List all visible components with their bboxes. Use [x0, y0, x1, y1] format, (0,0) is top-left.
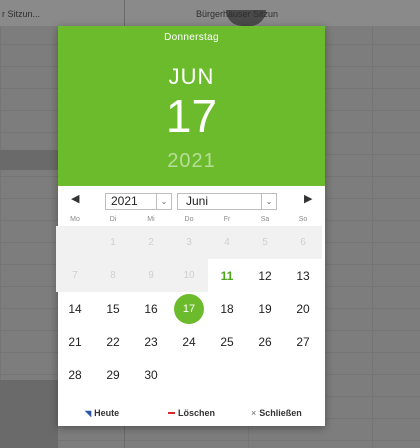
background-event-label: Bürgerhäuser Sitzun — [196, 9, 279, 19]
weekday-label: Di — [109, 216, 117, 223]
close-button-label: Schließen — [259, 408, 302, 418]
weekday-label: Do — [184, 216, 194, 223]
background-event-label: r Sitzun... — [2, 9, 41, 19]
weekday-label: Fr — [223, 216, 231, 223]
month-navigation: ◀ 2021 ⌄ Juni ⌄ ▶ — [58, 186, 325, 214]
month-select-value: Juni — [186, 194, 209, 208]
close-icon: × — [251, 408, 257, 418]
next-month-icon[interactable]: ▶ — [304, 192, 312, 205]
day-cell[interactable]: 19 — [246, 292, 284, 325]
date-picker-header: Donnerstag JUN 17 2021 — [58, 26, 325, 186]
month-select[interactable]: Juni ⌄ — [177, 193, 277, 210]
weekday-label: So — [298, 216, 308, 223]
day-cell[interactable]: 29 — [94, 358, 132, 391]
day-cell-disabled: 7 — [56, 259, 94, 292]
minus-icon — [168, 412, 175, 414]
day-cell-empty — [284, 358, 322, 391]
calendar-grid: 1 2 3 4 5 6 7 8 9 10 11 12 13 14 15 16 17 18 19 20 21 22 23 24 2… — [56, 226, 325, 391]
day-cell[interactable]: 26 — [246, 325, 284, 358]
day-cell-disabled: 6 — [284, 226, 322, 259]
day-cell[interactable]: 21 — [56, 325, 94, 358]
previous-month-icon[interactable]: ◀ — [71, 192, 79, 205]
weekday-label: Sa — [260, 216, 270, 223]
selected-month: JUN — [168, 64, 215, 89]
clear-button[interactable]: Löschen — [168, 408, 215, 418]
today-button-label: Heute — [94, 408, 120, 418]
today-icon: ◥ — [85, 408, 92, 418]
selected-day: 17 — [165, 90, 218, 142]
day-cell[interactable]: 22 — [94, 325, 132, 358]
selected-year: 2021 — [167, 150, 216, 172]
day-cell[interactable]: 24 — [170, 325, 208, 358]
day-cell-empty — [56, 226, 94, 259]
day-cell[interactable]: 15 — [94, 292, 132, 325]
selected-weekday: Donnerstag — [164, 32, 219, 43]
day-cell-selected[interactable]: 17 — [170, 292, 208, 325]
day-cell-disabled: 9 — [132, 259, 170, 292]
day-cell-disabled: 3 — [170, 226, 208, 259]
weekday-header-row: Mo Di Mi Do Fr Sa So — [56, 214, 325, 226]
today-button[interactable]: ◥ Heute — [85, 408, 119, 418]
chevron-down-icon[interactable]: ⌄ — [261, 194, 276, 209]
chevron-down-icon[interactable]: ⌄ — [156, 194, 171, 209]
day-cell-disabled: 8 — [94, 259, 132, 292]
day-cell[interactable]: 23 — [132, 325, 170, 358]
selected-day-marker: 17 — [174, 293, 204, 324]
day-cell-disabled: 1 — [94, 226, 132, 259]
day-cell[interactable]: 13 — [284, 259, 322, 292]
date-picker-footer: ◥ Heute Löschen × Schließen — [58, 400, 325, 426]
day-cell-disabled: 2 — [132, 226, 170, 259]
day-cell[interactable]: 30 — [132, 358, 170, 391]
day-cell-disabled: 5 — [246, 226, 284, 259]
clear-button-label: Löschen — [178, 408, 216, 418]
day-cell[interactable]: 12 — [246, 259, 284, 292]
date-picker-dialog: Donnerstag JUN 17 2021 ◀ 2021 ⌄ Juni ⌄ ▶… — [56, 26, 325, 426]
weekday-label: Mi — [147, 216, 155, 223]
background-block — [0, 380, 58, 448]
day-cell-today[interactable]: 11 — [208, 259, 246, 292]
year-select[interactable]: 2021 ⌄ — [105, 193, 172, 210]
day-cell[interactable]: 20 — [284, 292, 322, 325]
day-cell[interactable]: 28 — [56, 358, 94, 391]
day-cell-empty — [170, 358, 208, 391]
day-cell-empty — [208, 358, 246, 391]
day-cell-disabled: 10 — [170, 259, 208, 292]
close-button[interactable]: × Schließen — [251, 408, 302, 418]
year-select-value: 2021 — [111, 194, 138, 208]
day-cell[interactable]: 27 — [284, 325, 322, 358]
day-cell[interactable]: 14 — [56, 292, 94, 325]
day-cell[interactable]: 25 — [208, 325, 246, 358]
day-cell-empty — [246, 358, 284, 391]
day-cell-disabled: 4 — [208, 226, 246, 259]
day-cell[interactable]: 16 — [132, 292, 170, 325]
day-cell[interactable]: 18 — [208, 292, 246, 325]
weekday-label: Mo — [70, 216, 80, 223]
background-block — [0, 150, 58, 170]
